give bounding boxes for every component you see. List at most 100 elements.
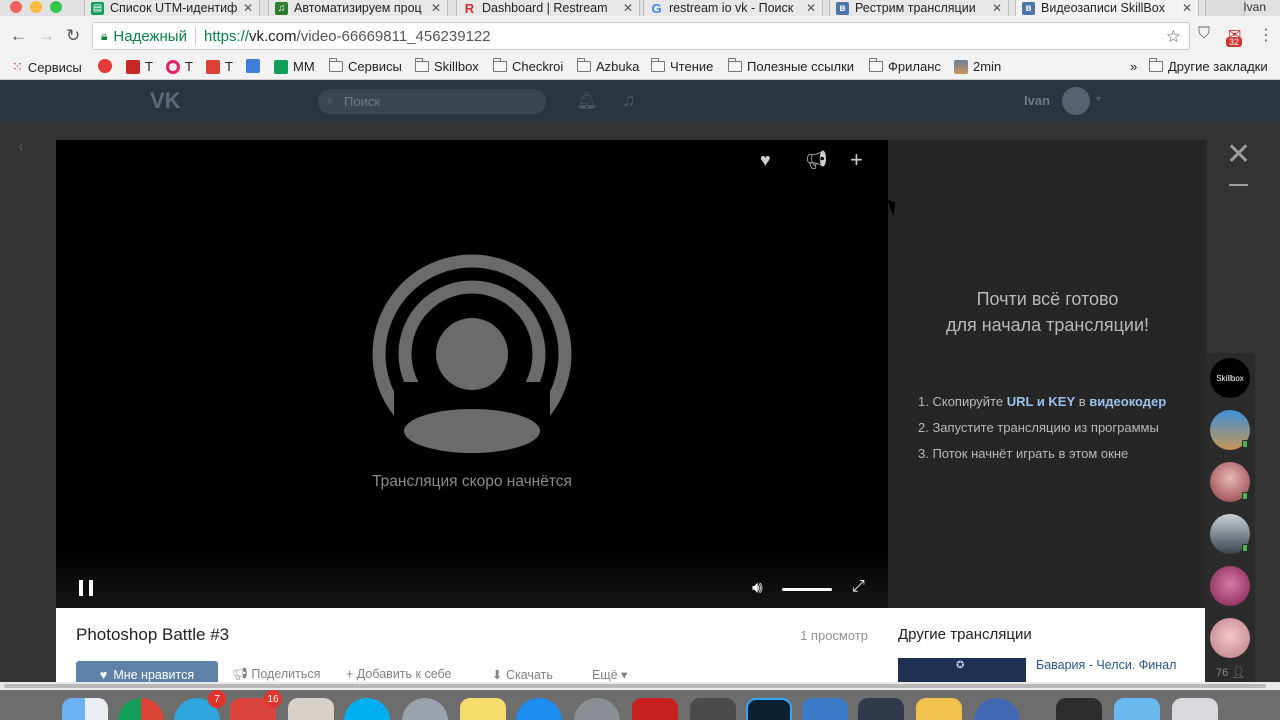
volume-icon[interactable]: 🔊︎ (752, 578, 763, 598)
window-zoom-button[interactable] (50, 1, 62, 13)
download-button[interactable]: ⬇ Скачать (492, 667, 553, 682)
bookmark-tomato[interactable] (98, 59, 117, 73)
minimize-icon[interactable] (1229, 184, 1248, 186)
slack-icon[interactable] (288, 698, 334, 720)
plus-icon[interactable]: + (850, 147, 863, 173)
downloads-folder-icon[interactable] (1114, 698, 1160, 720)
trash-icon[interactable] (1172, 698, 1218, 720)
friend-avatar-skillbox[interactable]: Skillbox (1210, 358, 1250, 398)
tab-close-icon[interactable]: ✕ (431, 1, 441, 15)
bookmark-folder[interactable]: Полезные ссылки (728, 58, 855, 74)
chrome-icon[interactable] (118, 698, 164, 720)
tab-close-icon[interactable]: ✕ (992, 1, 1002, 15)
bookmark-folder[interactable]: Azbuka (577, 58, 640, 74)
share-button[interactable]: 📢︎ Поделиться (232, 667, 320, 682)
url-scheme: https:// (203, 27, 250, 45)
vk-search-input[interactable]: ⌕ Поиск (318, 89, 546, 114)
calculator-grid-icon[interactable] (858, 698, 904, 720)
close-icon[interactable]: ✕ (1226, 140, 1251, 170)
sublime-text-icon[interactable] (690, 698, 736, 720)
bookmark-label: Полезные ссылки (747, 59, 855, 74)
browser-tab[interactable]: ▤ Список UTM-идентиф ✕ (84, 0, 260, 16)
bookmark-2min[interactable]: 2min (954, 59, 1001, 74)
notes-icon[interactable] (460, 698, 506, 720)
photoshop-icon[interactable] (746, 698, 792, 720)
scrollbar-thumb[interactable] (4, 684, 1266, 688)
browser-tab[interactable]: R Dashboard | Restream ✕ (456, 0, 640, 16)
browser-tab[interactable]: G restream io vk - Поиск ✕ (643, 0, 823, 16)
tab-close-icon[interactable]: ✕ (243, 1, 253, 15)
bookmark-folder[interactable]: Checkroi (493, 58, 563, 74)
pause-icon[interactable] (79, 580, 93, 596)
address-bar[interactable]: 🔒︎ Надежный https:// vk.com /video-66669… (92, 22, 1190, 50)
notifications-bell-icon[interactable]: 🔔︎ (576, 91, 598, 111)
finder-icon[interactable] (62, 698, 108, 720)
app-store-icon[interactable] (516, 698, 562, 720)
url-key-link[interactable]: URL и KEY (1007, 394, 1075, 409)
browser-tab[interactable]: в Рестрим трансляции ✕ (829, 0, 1009, 16)
bookmarks-overflow-chevron[interactable]: » (1130, 59, 1137, 74)
bookmark-label: » (1130, 59, 1138, 74)
music-note-icon[interactable]: ♫ (622, 90, 636, 111)
menu-icon[interactable]: ⋮ (1258, 25, 1274, 45)
bookmark-mm[interactable]: MM (274, 59, 315, 74)
videocoder-link[interactable]: видеокодер (1089, 394, 1166, 409)
skype-icon[interactable] (344, 698, 390, 720)
web-globe-icon[interactable] (974, 698, 1020, 720)
bookmark-folder[interactable]: Фриланс (869, 58, 941, 74)
browser-tab[interactable]: ♫ Автоматизируем проц ✕ (268, 0, 448, 16)
volume-slider[interactable] (782, 588, 832, 591)
pocket-icon[interactable]: ⛉ (1198, 25, 1210, 43)
friends-count[interactable]: 76 👤︎ (1216, 666, 1245, 679)
profile-name[interactable]: Ivan (1243, 0, 1266, 14)
folder-icon[interactable] (916, 698, 962, 720)
more-button[interactable]: Ещё ▾ (592, 667, 627, 682)
window-close-button[interactable] (10, 1, 22, 13)
vk-logo-icon[interactable]: VK (150, 88, 181, 114)
stream-link[interactable]: Бавария - Челси. Финал (1036, 658, 1176, 672)
bookmark-other-folder[interactable]: Другие закладки (1149, 58, 1268, 74)
fullscreen-icon[interactable]: ⤢ (852, 578, 865, 596)
window-app-icon[interactable] (802, 698, 848, 720)
megaphone-icon[interactable]: 📢︎ (805, 150, 828, 171)
bookmark-label: Сервисы (348, 59, 402, 74)
tab-close-icon[interactable]: ✕ (623, 1, 633, 15)
bookmark-todoist-t[interactable]: T (206, 59, 233, 74)
bookmark-label: Azbuka (596, 59, 640, 74)
bookmark-folder[interactable]: Сервисы (329, 58, 402, 74)
friend-avatar[interactable] (1210, 566, 1250, 606)
window-minimize-button[interactable] (30, 1, 42, 13)
new-tab-button[interactable] (1205, 0, 1245, 16)
avatar[interactable] (1062, 87, 1090, 115)
friends-online-list: Skillbox 76 👤︎ (1205, 353, 1255, 685)
bookmark-target-t[interactable]: T (166, 59, 193, 74)
bookmark-bar-t[interactable]: T (126, 59, 153, 74)
browser-tab-active[interactable]: в Видеозаписи SkillBox ✕ (1015, 0, 1199, 16)
bookmark-star-icon[interactable]: ☆ (1166, 27, 1181, 47)
bookmark-calendar[interactable] (246, 59, 265, 73)
forward-arrow-icon[interactable]: → (38, 26, 55, 46)
back-chevron-icon[interactable]: ‹ (18, 136, 24, 157)
video-title: Photoshop Battle #3 (76, 625, 230, 644)
reload-icon[interactable]: ↻ (66, 26, 80, 46)
bookmark-apps[interactable]: ⁙ Сервисы (12, 59, 82, 75)
vk-user-name[interactable]: Ivan (1024, 93, 1050, 108)
add-to-mine-button[interactable]: + Добавить к себе (346, 667, 452, 681)
filezilla-icon[interactable] (632, 698, 678, 720)
rocket-icon[interactable] (402, 698, 448, 720)
terminal-icon[interactable] (1056, 698, 1102, 720)
bookmark-folder[interactable]: Чтение (651, 58, 713, 74)
megaphone-icon: 📢︎ (232, 667, 248, 681)
folder-icon (728, 58, 742, 72)
folder-icon (869, 58, 883, 72)
tab-close-icon[interactable]: ✕ (806, 1, 816, 15)
horizontal-scrollbar[interactable] (0, 682, 1280, 690)
video-player[interactable]: ♥ 📢︎ + Трансляция скоро начнётся 🔊︎ ⤢ (56, 140, 888, 608)
bookmark-folder[interactable]: Skillbox (415, 58, 479, 74)
back-arrow-icon[interactable]: ← (10, 26, 27, 46)
tab-close-icon[interactable]: ✕ (1182, 1, 1192, 15)
friend-avatar[interactable] (1210, 618, 1250, 658)
heart-icon[interactable]: ♥ (760, 150, 771, 171)
system-preferences-icon[interactable] (574, 698, 620, 720)
chevron-down-icon[interactable]: ▾ (1096, 94, 1101, 105)
